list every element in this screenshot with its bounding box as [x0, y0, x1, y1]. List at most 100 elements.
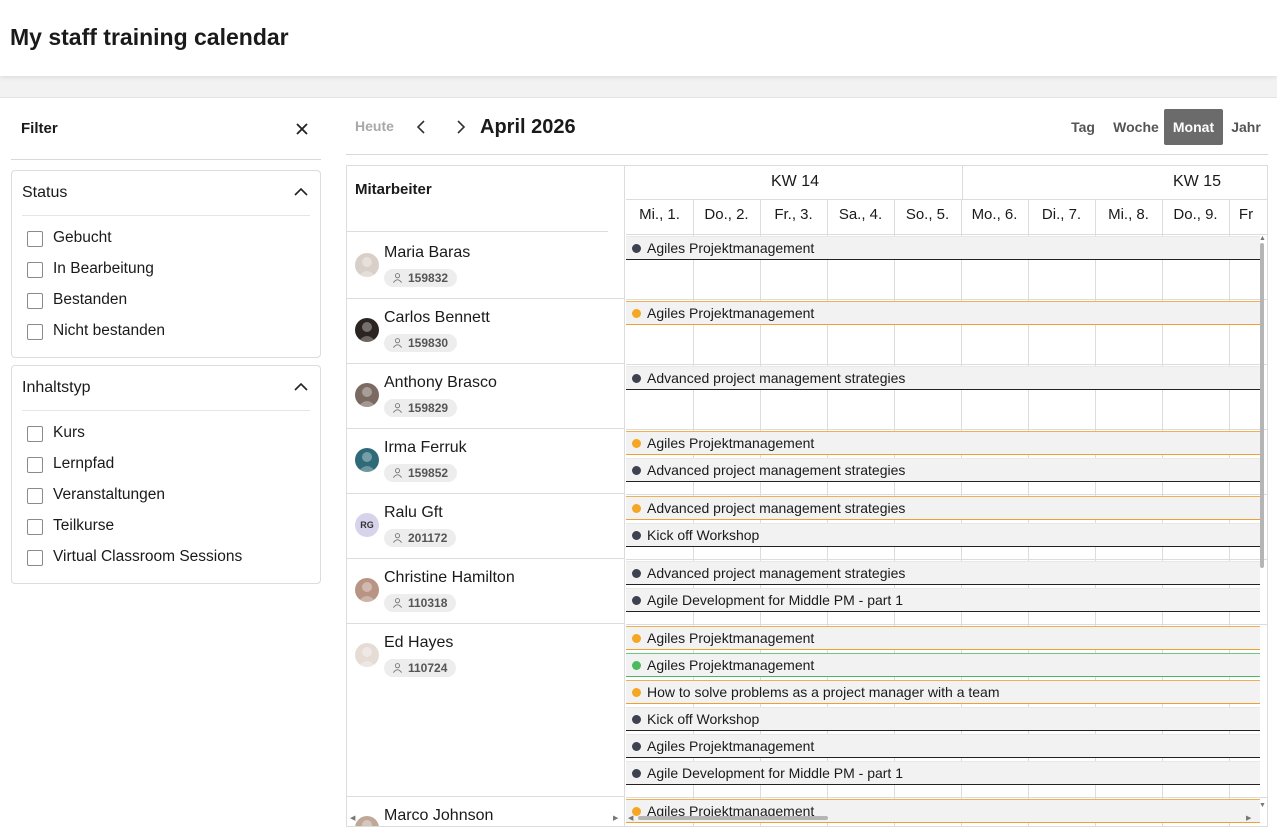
page-title: My staff training calendar [10, 24, 289, 50]
scrollbar-thumb[interactable] [638, 816, 828, 820]
calendar-grid: Mitarbeiter Maria Baras 159832 Carlos Benn… [346, 165, 1268, 827]
scrollbar-thumb[interactable] [1260, 243, 1264, 568]
view-day-button[interactable]: Tag [1060, 109, 1106, 145]
status-option-gebucht[interactable]: Gebucht [12, 223, 320, 254]
day-header: Mi., 1. [639, 206, 680, 223]
employee-id: 159852 [408, 466, 449, 480]
person-icon [393, 663, 402, 673]
employee-id: 110318 [408, 596, 448, 610]
employee-id-badge: 159852 [384, 464, 458, 482]
type-option-virtual-classroom[interactable]: Virtual Classroom Sessions [12, 542, 320, 573]
status-dot-icon [632, 634, 641, 643]
horizontal-scrollbar[interactable]: ◀ ▶ [626, 813, 1257, 823]
filter-group-header[interactable]: Status [22, 171, 310, 216]
calendar-toolbar: Heute April 2026 Tag Woche Monat Jahr [346, 98, 1268, 155]
checkbox[interactable] [27, 426, 43, 442]
type-option-lernpfad[interactable]: Lernpfad [12, 449, 320, 480]
training-event[interactable]: Advanced project management strategies [626, 366, 1260, 390]
employee-row[interactable]: Maria Baras 159832 [347, 234, 625, 299]
employee-horizontal-scrollbar[interactable]: ◀ ▶ [347, 813, 625, 823]
status-dot-icon [632, 769, 641, 778]
employee-row[interactable]: Carlos Bennett 159830 [347, 299, 625, 364]
person-icon [393, 403, 402, 413]
training-event[interactable]: Agiles Projektmanagement [626, 653, 1260, 677]
today-button[interactable]: Heute [355, 118, 394, 134]
status-option-nicht-bestanden[interactable]: Nicht bestanden [12, 316, 320, 347]
checkbox[interactable] [27, 324, 43, 340]
scroll-left-icon[interactable]: ◀ [628, 815, 633, 822]
training-event[interactable]: Advanced project management strategies [626, 458, 1260, 482]
training-event[interactable]: Kick off Workshop [626, 707, 1260, 731]
event-title: Advanced project management strategies [647, 370, 906, 386]
event-title: Kick off Workshop [647, 527, 760, 543]
divider [347, 231, 608, 232]
checkbox[interactable] [27, 231, 43, 247]
avatar [355, 318, 379, 342]
employee-name: Carlos Bennett [384, 309, 490, 326]
week-label: KW 14 [771, 173, 820, 190]
employee-id-badge: 110318 [384, 594, 457, 612]
type-option-teilkurse[interactable]: Teilkurse [12, 511, 320, 542]
chevron-up-icon[interactable] [292, 378, 310, 396]
checkbox[interactable] [27, 488, 43, 504]
close-filter-button[interactable] [291, 118, 313, 140]
close-icon [296, 123, 308, 135]
row-divider [626, 797, 1267, 798]
employee-name: Ralu Gft [384, 504, 443, 521]
day-header: Fr [1238, 206, 1254, 223]
training-event[interactable]: Agile Development for Middle PM - part 1 [626, 588, 1260, 612]
scroll-down-icon[interactable]: ▼ [1259, 802, 1266, 809]
filter-group-header[interactable]: Inhaltstyp [22, 366, 310, 411]
training-event[interactable]: Agiles Projektmanagement [626, 734, 1260, 758]
view-week-button[interactable]: Woche [1108, 109, 1164, 145]
option-label: Gebucht [53, 229, 112, 246]
status-dot-icon [632, 466, 641, 475]
option-label: Veranstaltungen [53, 486, 166, 503]
employee-row[interactable]: Irma Ferruk 159852 [347, 429, 625, 494]
checkbox[interactable] [27, 262, 43, 278]
training-event[interactable]: How to solve problems as a project manag… [626, 680, 1260, 704]
status-option-in-bearbeitung[interactable]: In Bearbeitung [12, 254, 320, 285]
employee-id-badge: 159829 [384, 399, 458, 417]
next-month-button[interactable] [451, 118, 469, 136]
checkbox[interactable] [27, 457, 43, 473]
option-label: Lernpfad [53, 455, 115, 472]
option-label: Teilkurse [53, 517, 115, 534]
scroll-up-icon[interactable]: ▲ [1259, 235, 1266, 242]
training-event[interactable]: Agiles Projektmanagement [626, 431, 1260, 455]
status-dot-icon [632, 504, 641, 513]
training-event[interactable]: Agiles Projektmanagement [626, 626, 1260, 650]
employee-row[interactable]: Anthony Brasco 159829 [347, 364, 625, 429]
chevron-up-icon[interactable] [292, 183, 310, 201]
employee-id: 159829 [408, 401, 449, 415]
view-year-button[interactable]: Jahr [1225, 109, 1267, 145]
scroll-right-icon[interactable]: ▶ [1246, 815, 1251, 822]
employee-id-badge: 159832 [384, 269, 458, 287]
row-divider [626, 364, 1267, 365]
filter-title: Filter [21, 120, 58, 137]
status-dot-icon [632, 742, 641, 751]
employee-row[interactable]: Ed Hayes 110724 [347, 624, 625, 797]
training-event[interactable]: Agiles Projektmanagement [626, 301, 1260, 325]
previous-month-button[interactable] [413, 118, 431, 136]
checkbox[interactable] [27, 293, 43, 309]
training-event[interactable]: Advanced project management strategies [626, 561, 1260, 585]
row-divider [626, 624, 1267, 625]
employee-row[interactable]: Christine Hamilton 110318 [347, 559, 625, 624]
day-header: Mi., 8. [1108, 206, 1149, 223]
training-event[interactable]: Kick off Workshop [626, 523, 1260, 547]
status-option-bestanden[interactable]: Bestanden [12, 285, 320, 316]
employee-row[interactable]: RG Ralu Gft 201172 [347, 494, 625, 559]
vertical-scrollbar[interactable]: ▲ ▼ [1257, 235, 1267, 809]
type-option-veranstaltungen[interactable]: Veranstaltungen [12, 480, 320, 511]
training-event[interactable]: Advanced project management strategies [626, 496, 1260, 520]
scroll-right-icon[interactable]: ▶ [613, 815, 618, 822]
option-label: Bestanden [53, 291, 128, 308]
view-month-button[interactable]: Monat [1164, 109, 1223, 145]
checkbox[interactable] [27, 550, 43, 566]
type-option-kurs[interactable]: Kurs [12, 418, 320, 449]
training-event[interactable]: Agile Development for Middle PM - part 1 [626, 761, 1260, 785]
checkbox[interactable] [27, 519, 43, 535]
scroll-left-icon[interactable]: ◀ [350, 815, 355, 822]
training-event[interactable]: Agiles Projektmanagement [626, 236, 1260, 260]
